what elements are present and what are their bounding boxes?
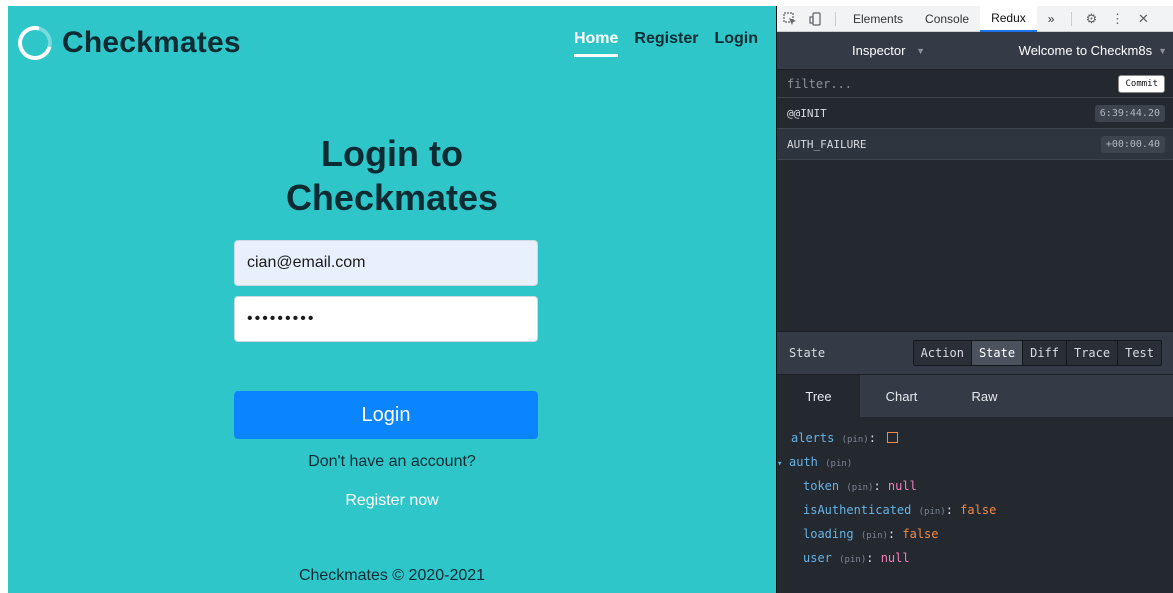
login-button[interactable]: Login [234, 391, 538, 439]
monitor-select[interactable]: Inspector ▼ [777, 43, 937, 58]
inspector-tabs: Action State Diff Trace Test [912, 340, 1162, 366]
tree-key: auth [789, 455, 818, 469]
tab-test[interactable]: Test [1117, 341, 1161, 365]
tab-more[interactable]: » [1037, 6, 1066, 32]
inspect-element-icon[interactable] [777, 11, 803, 26]
instance-select[interactable]: Welcome to Checkm8s ▼ [1019, 43, 1167, 58]
page-title: Login to Checkmates [8, 132, 776, 220]
tree-value: null [887, 479, 917, 493]
nav-register[interactable]: Register [634, 30, 698, 57]
pin-toggle[interactable]: (pin) [825, 459, 852, 469]
tree-row-alerts[interactable]: alerts (pin): [777, 427, 1173, 451]
tabbar-divider [835, 11, 836, 26]
pin-toggle[interactable]: (pin) [839, 555, 866, 565]
monitor-label: Inspector [852, 43, 906, 58]
commit-button[interactable]: Commit [1118, 74, 1165, 93]
action-time: 6:39:44.20 [1094, 104, 1165, 122]
tab-action[interactable]: Action [913, 341, 971, 365]
tree-value: null [880, 551, 910, 565]
tabbar-divider [1071, 11, 1073, 26]
expand-arrow-icon[interactable]: ▾ [777, 453, 789, 475]
email-field[interactable] [234, 240, 538, 286]
no-account-text: Don't have an account? [308, 453, 476, 470]
title-line-2: Checkmates [285, 177, 499, 218]
state-toolbar: State Action State Diff Trace Test [777, 331, 1173, 375]
tab-elements[interactable]: Elements [842, 6, 914, 32]
state-tree: alerts (pin): ▾ auth (pin) token (pin): n… [777, 427, 1173, 571]
tree-row-auth[interactable]: ▾ auth (pin) [777, 451, 1173, 475]
tree-row-isauthenticated[interactable]: isAuthenticated (pin): false [777, 499, 1173, 523]
tree-key: loading [803, 527, 854, 541]
filter-row: Commit [777, 70, 1173, 98]
logo-ring-icon [11, 19, 59, 67]
action-name: AUTH_FAILURE [787, 137, 867, 151]
app-viewport: Checkmates Home Register Login Login to … [8, 6, 776, 593]
tab-raw[interactable]: Raw [943, 375, 1026, 417]
action-name: @@INIT [787, 106, 827, 120]
pin-toggle[interactable]: (pin) [861, 531, 888, 541]
tab-diff[interactable]: Diff [1022, 341, 1066, 365]
tree-value: false [960, 503, 997, 517]
state-label: State [789, 346, 826, 360]
tree-row-token[interactable]: token (pin): null [777, 475, 1173, 499]
tree-row-user[interactable]: user (pin): null [777, 547, 1173, 571]
kebab-menu-icon[interactable]: ⋮ [1104, 11, 1130, 27]
chevron-down-icon: ▼ [1158, 45, 1167, 56]
devtools-tabbar: Elements Console Redux » ⚙ ⋮ ✕ [777, 6, 1173, 32]
tree-value: false [902, 527, 939, 541]
gear-icon[interactable]: ⚙ [1078, 11, 1104, 27]
close-icon[interactable]: ✕ [1130, 11, 1156, 27]
tree-key: isAuthenticated [803, 503, 912, 517]
action-item[interactable]: AUTH_FAILURE +00:00.40 [777, 129, 1173, 160]
state-view-tabs: Tree Chart Raw [777, 375, 1173, 417]
chevron-down-icon: ▼ [916, 45, 925, 56]
tab-tree[interactable]: Tree [777, 375, 860, 417]
nav-home[interactable]: Home [573, 30, 619, 57]
pin-toggle[interactable]: (pin) [846, 483, 873, 493]
footer-copyright: Checkmates © 2020-2021 [298, 567, 486, 584]
brand-logo[interactable]: Checkmates [11, 19, 241, 67]
tab-chart[interactable]: Chart [860, 375, 943, 417]
empty-array-icon [887, 432, 899, 443]
tab-state[interactable]: State [970, 341, 1023, 365]
tree-key: alerts [791, 431, 835, 445]
tree-key: user [803, 551, 832, 565]
tree-key: token [803, 479, 840, 493]
password-field[interactable] [234, 296, 538, 342]
nav-login[interactable]: Login [714, 30, 758, 57]
filter-input[interactable] [787, 76, 987, 91]
devtools-panel: Elements Console Redux » ⚙ ⋮ ✕ Inspector… [776, 6, 1173, 593]
tree-row-loading[interactable]: loading (pin): false [777, 523, 1173, 547]
action-time: +00:00.40 [1100, 135, 1165, 153]
tab-console[interactable]: Console [914, 6, 980, 32]
tab-trace[interactable]: Trace [1065, 341, 1118, 365]
action-item[interactable]: @@INIT 6:39:44.20 [777, 98, 1173, 129]
title-line-1: Login to [321, 133, 463, 174]
register-now-link[interactable]: Register now [8, 492, 776, 510]
pin-toggle[interactable]: (pin) [919, 507, 946, 517]
pin-toggle[interactable]: (pin) [842, 435, 869, 445]
redux-header: Inspector ▼ Welcome to Checkm8s ▼ [777, 32, 1173, 70]
tab-redux[interactable]: Redux [980, 6, 1037, 32]
brand-name: Checkmates [62, 26, 241, 59]
main-nav: Home Register Login [573, 30, 758, 57]
device-toggle-icon[interactable] [803, 11, 829, 26]
instance-label: Welcome to Checkm8s [1018, 43, 1153, 58]
